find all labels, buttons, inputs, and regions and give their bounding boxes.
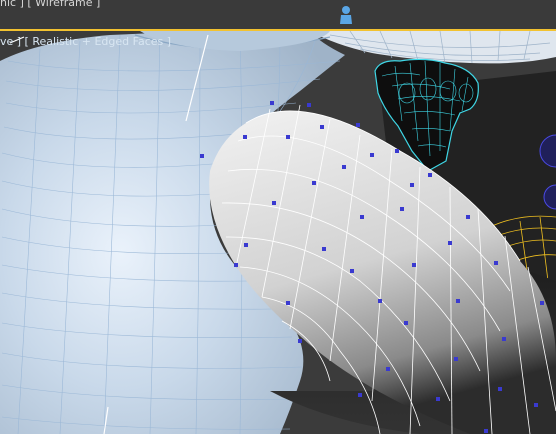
shading-mode-label[interactable]: Realistic + Edged Faces xyxy=(32,35,163,48)
character-object-icon[interactable] xyxy=(338,4,354,24)
upper-mesh-object[interactable] xyxy=(310,31,556,64)
viewport-area[interactable]: hic ] [ Wireframe ] ve] [Realistic + E… xyxy=(0,0,556,434)
viewport-scene[interactable] xyxy=(0,31,556,434)
perspective-viewport[interactable]: ve ] [ Realistic + Edged Faces ] xyxy=(0,31,556,434)
viewport-label-suffix: ] xyxy=(166,35,172,48)
viewport-label-suffix: ] xyxy=(96,0,101,9)
shading-mode-label[interactable]: Wireframe xyxy=(35,0,92,9)
viewport-label-prefix: ve ] [ xyxy=(0,35,29,48)
viewport-label-perspective[interactable]: ve ] [ Realistic + Edged Faces ] xyxy=(0,35,171,48)
viewport-label-prefix: hic ] [ xyxy=(0,0,32,9)
top-viewport[interactable]: hic ] [ Wireframe ] xyxy=(0,0,556,31)
viewport-label-top[interactable]: hic ] [ Wireframe ] xyxy=(0,0,100,9)
